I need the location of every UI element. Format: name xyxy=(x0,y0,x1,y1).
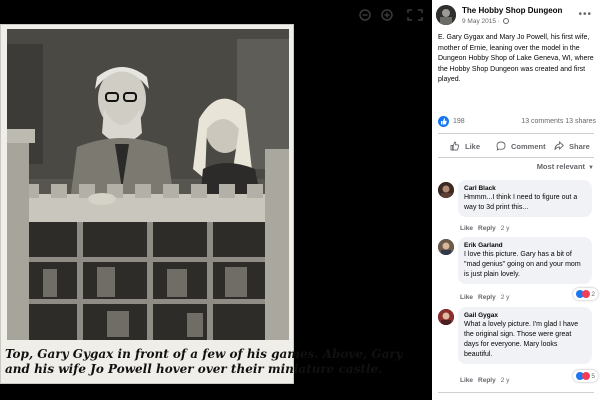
zoom-out-icon[interactable] xyxy=(356,8,378,22)
globe-icon xyxy=(502,18,509,24)
comment-age[interactable]: 2 y xyxy=(501,225,510,232)
post-panel: The Hobby Shop Dungeon 9 May 2015 · ••• … xyxy=(432,0,600,400)
comment-reply-button[interactable]: Reply xyxy=(478,225,496,232)
post-text: E. Gary Gygax and Mary Jo Powell, his fi… xyxy=(438,34,594,83)
reaction-summary: 198 13 comments 13 shares xyxy=(438,115,596,129)
thumbs-up-icon xyxy=(450,141,460,151)
share-button[interactable]: Share xyxy=(554,136,590,156)
comment-author[interactable]: Gail Gygax xyxy=(464,311,586,320)
divider xyxy=(438,157,594,158)
comment-actions: Like Reply 2 y xyxy=(460,377,514,384)
divider xyxy=(438,392,594,393)
reaction-count[interactable]: 198 xyxy=(453,118,465,125)
comment-like-button[interactable]: Like xyxy=(460,225,473,232)
commenter-avatar[interactable] xyxy=(438,182,454,198)
like-reaction-icon xyxy=(438,116,449,127)
comment-reactions[interactable]: 2 xyxy=(573,288,598,300)
comment-reactions[interactable]: 5 xyxy=(573,370,598,382)
sort-label: Most relevant xyxy=(536,162,586,171)
comment-icon xyxy=(496,141,506,151)
love-reaction-icon xyxy=(582,290,591,298)
comment-author[interactable]: Erik Garland xyxy=(464,241,586,250)
like-label: Like xyxy=(465,141,481,151)
chevron-down-icon: ▼ xyxy=(588,165,594,171)
comment-sort-dropdown[interactable]: Most relevant ▼ xyxy=(537,162,594,171)
love-reaction-icon xyxy=(582,372,591,380)
post-date[interactable]: 9 May 2015 xyxy=(462,18,496,25)
comment-age[interactable]: 2 y xyxy=(501,377,510,384)
comment-reaction-count: 5 xyxy=(591,372,595,380)
comment-actions: Like Reply 2 y xyxy=(460,294,514,301)
page-name[interactable]: The Hobby Shop Dungeon xyxy=(462,6,562,15)
comment-text: What a lovely picture. I'm glad I have t… xyxy=(464,321,579,358)
comment-text: I love this picture. Gary has a bit of "… xyxy=(464,251,581,278)
like-button[interactable]: Like xyxy=(450,136,480,156)
page-avatar[interactable] xyxy=(436,5,456,25)
caption-line: Top, Gary Gygax in front of a few of his… xyxy=(5,347,403,361)
divider xyxy=(438,133,594,134)
comment-reply-button[interactable]: Reply xyxy=(478,377,496,384)
commenter-avatar[interactable] xyxy=(438,309,454,325)
comment-author[interactable]: Carl Black xyxy=(464,184,586,193)
comment-age[interactable]: 2 y xyxy=(501,294,510,301)
post-meta: 9 May 2015 · xyxy=(462,18,509,25)
post-header: The Hobby Shop Dungeon 9 May 2015 · ••• xyxy=(436,3,596,31)
more-options-icon[interactable]: ••• xyxy=(578,9,592,20)
comments-shares-count[interactable]: 13 comments 13 shares xyxy=(521,118,596,125)
comment-text: Hmmm...I think I need to figure out a wa… xyxy=(464,194,578,211)
commenter-avatar[interactable] xyxy=(438,239,454,255)
comment-bubble: Carl Black Hmmm...I think I need to figu… xyxy=(458,180,592,217)
castle-photo xyxy=(7,29,289,340)
comment-label: Comment xyxy=(511,141,546,151)
comment-actions: Like Reply 2 y xyxy=(460,225,514,232)
share-label: Share xyxy=(569,141,590,151)
post-actions: Like Comment Share xyxy=(436,136,596,156)
newspaper-clipping: Top, Gary Gygax in front of a few of his… xyxy=(0,24,403,384)
comment-button[interactable]: Comment xyxy=(496,136,546,156)
comment-bubble: Gail Gygax What a lovely picture. I'm gl… xyxy=(458,307,592,364)
comment-like-button[interactable]: Like xyxy=(460,294,473,301)
zoom-in-icon[interactable] xyxy=(378,8,400,22)
comment-reaction-count: 2 xyxy=(591,290,595,298)
photo-viewer: Top, Gary Gygax in front of a few of his… xyxy=(0,0,432,400)
comment-like-button[interactable]: Like xyxy=(460,377,473,384)
share-icon xyxy=(554,141,564,151)
comment-reply-button[interactable]: Reply xyxy=(478,294,496,301)
comment-bubble: Erik Garland I love this picture. Gary h… xyxy=(458,237,592,284)
photo-caption: Top, Gary Gygax in front of a few of his… xyxy=(5,347,403,377)
separator-dot: · xyxy=(497,18,500,25)
caption-line: and his wife Jo Powell hover over their … xyxy=(5,362,383,376)
fullscreen-icon[interactable] xyxy=(404,8,426,22)
